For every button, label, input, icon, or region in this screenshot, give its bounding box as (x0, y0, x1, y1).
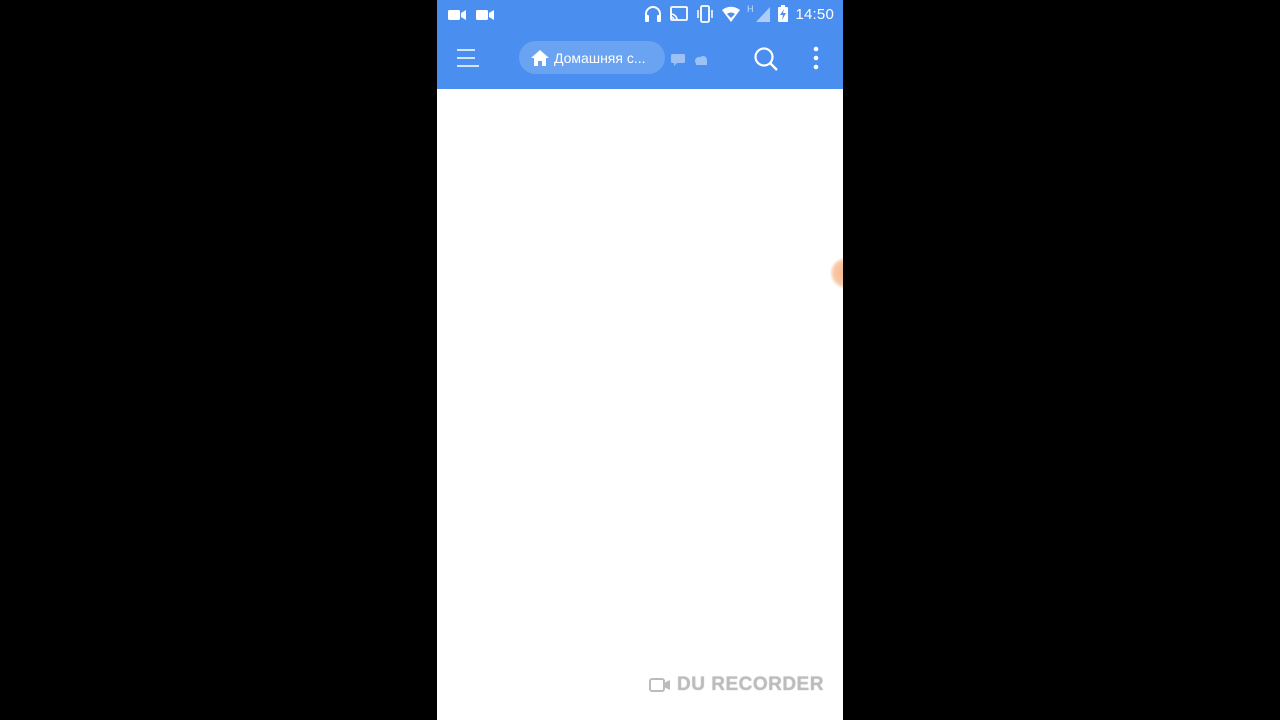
hamburger-menu-icon[interactable] (455, 46, 481, 70)
wifi-icon (721, 5, 741, 23)
chat-icon[interactable] (671, 53, 685, 66)
cloud-icon[interactable] (694, 53, 708, 65)
video-camera-icon (447, 6, 467, 24)
floating-side-handle[interactable] (830, 258, 843, 288)
recorder-watermark: DU RECORDER (649, 674, 824, 696)
network-type-label: H (746, 4, 754, 14)
camera-icon (649, 676, 671, 694)
battery-charging-icon (777, 5, 789, 23)
more-vertical-icon[interactable] (807, 45, 825, 71)
headphones-icon (643, 5, 663, 23)
status-time: 14:50 (795, 5, 834, 23)
search-icon[interactable] (753, 46, 779, 72)
breadcrumb-home[interactable]: Домашняя с... (519, 41, 665, 74)
watermark-text: DU RECORDER (677, 674, 824, 695)
vibrate-icon (695, 5, 715, 23)
screen-viewport: H 14:50 Домашняя с... DU RECORDER (0, 0, 1280, 720)
phone-screen: H 14:50 Домашняя с... DU RECORDER (437, 0, 843, 720)
video-camera-icon (475, 6, 495, 24)
status-left-icons (447, 6, 495, 24)
cast-icon (669, 5, 689, 23)
breadcrumb-label: Домашняя с... (554, 49, 646, 66)
home-icon (530, 48, 550, 68)
signal-icon (755, 5, 771, 23)
status-bar: H 14:50 (437, 0, 843, 28)
app-toolbar: Домашняя с... (437, 28, 843, 89)
main-content-area: DU RECORDER (437, 89, 843, 720)
status-right-icons: H 14:50 (643, 4, 834, 24)
